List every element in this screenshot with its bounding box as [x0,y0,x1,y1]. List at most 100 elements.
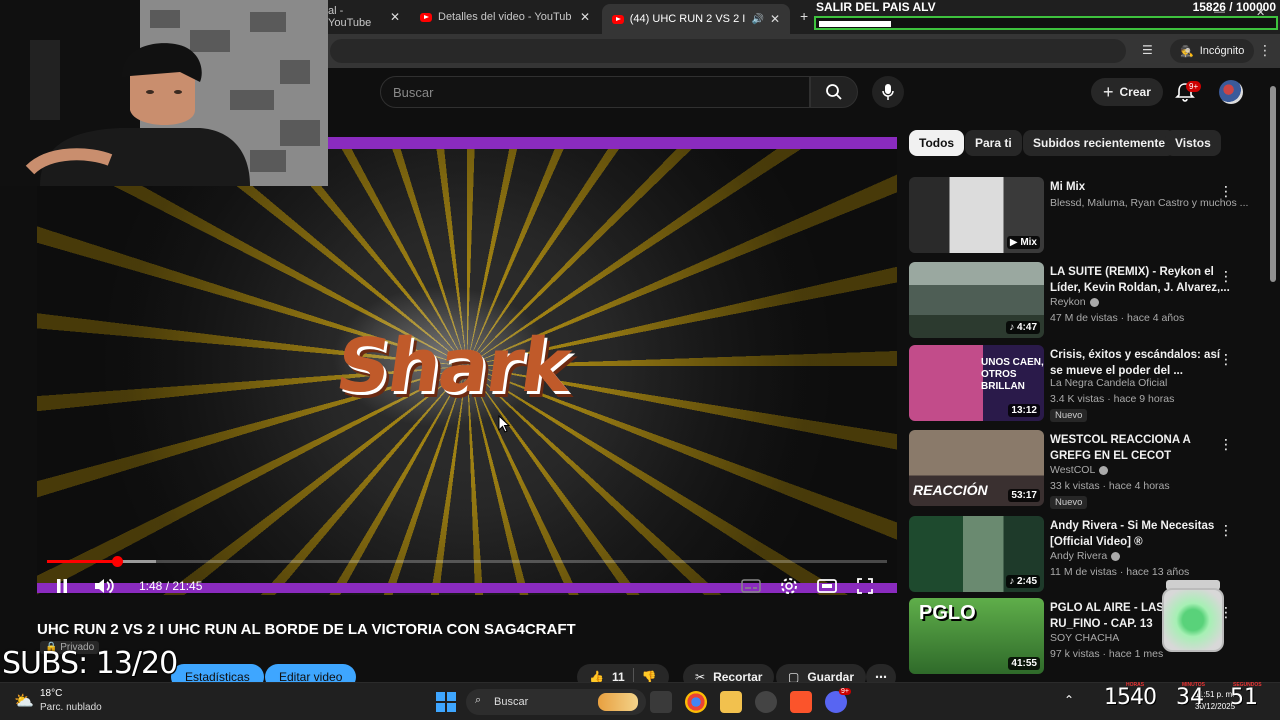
account-avatar[interactable] [1219,80,1243,104]
more-vertical-icon[interactable]: ⋮ [1219,183,1233,200]
timer-hours-value: 1540 [1104,685,1157,710]
create-button[interactable]: + Crear [1091,78,1163,106]
channel-name[interactable]: Andy Rivera [1050,550,1121,562]
weather-temperature[interactable]: 18°C [40,688,62,699]
playlist-icon[interactable]: ☰ [1142,43,1153,57]
scrollbar-thumb[interactable] [1270,86,1276,282]
time-readout: 1:48 / 21:45 [139,579,203,593]
tab-uhc-run[interactable]: (44) UHC RUN 2 VS 2 I UHC 🔊 ✕ [602,4,790,34]
fullscreen-button[interactable] [857,577,873,595]
voice-search-button[interactable] [872,76,904,108]
video-title[interactable]: Andy Rivera - Si Me Necesitas [Official … [1050,518,1230,550]
create-label: Crear [1119,85,1151,99]
obs-icon[interactable] [755,691,777,713]
close-icon[interactable]: ✕ [390,10,400,24]
timer-minutes-value: 34 [1176,685,1204,710]
more-vertical-icon[interactable]: ⋮ [1219,522,1233,539]
tab-video-details[interactable]: Detalles del video - YouTube St ✕ [410,4,600,30]
chip-vistos[interactable]: Vistos [1165,130,1221,156]
channel-name[interactable]: Reykon [1050,296,1099,308]
video-title[interactable]: WESTCOL REACCIONA A GREFG EN EL CECOT [1050,432,1230,464]
chip-todos[interactable]: Todos [909,130,965,156]
thumbnail-text: PGLO [919,602,976,624]
settings-button[interactable] [780,577,798,595]
notifications-badge: 9+ [1186,81,1202,92]
recommendation-item[interactable]: ♪ 4:47 LA SUITE (REMIX) - Reykon el Líde… [909,262,1249,340]
task-view-icon[interactable] [650,691,672,713]
duration: ♪ 4:47 [1006,321,1040,334]
video-meta: 47 M de vistas · hace 4 años [1050,312,1185,324]
goal-progress-bar [814,16,1278,30]
minimize-icon[interactable]: — [1214,6,1225,18]
thumbnail[interactable]: ♪ 4:47 [909,262,1044,338]
taskbar-search[interactable]: ⌕ Buscar [466,689,646,715]
discord-badge: 9+ [839,688,851,695]
thumbnail[interactable]: UNOS CAEN, OTROS BRILLAN 13:12 [909,345,1044,421]
chrome-icon[interactable] [685,691,707,713]
verified-icon [1111,551,1121,561]
more-vertical-icon[interactable]: ⋮ [1219,268,1233,285]
theater-mode-button[interactable] [817,577,837,595]
close-icon[interactable]: ✕ [580,10,590,24]
thumbnail[interactable]: ♪ 2:45 [909,516,1044,592]
brave-icon[interactable] [790,691,812,713]
subtitles-button[interactable] [741,577,761,595]
more-vertical-icon[interactable]: ⋮ [1219,351,1233,368]
windows-taskbar: ⛅ 18°C Parc. nublado ⌕ Buscar 9+ ⌃ 11:51… [0,682,1280,720]
recommendation-item[interactable]: ▶ Mix Mi Mix Blessd, Maluma, Ryan Castro… [909,177,1249,255]
close-icon[interactable]: ✕ [770,12,780,26]
youtube-favicon-icon [612,14,624,24]
video-frame-logo-text: Shark [330,323,575,409]
chip-subidos-recientemente[interactable]: Subidos recientemente [1023,130,1176,156]
chip-para-ti[interactable]: Para ti [965,130,1022,156]
new-tab-icon[interactable]: + [800,8,808,24]
close-window-icon[interactable]: ✕ [1256,6,1265,19]
pause-icon [57,579,67,593]
search-input[interactable]: Buscar [380,76,810,108]
duration: 53:17 [1008,489,1040,502]
url-input[interactable] [330,39,1126,63]
recommendation-item[interactable]: REACCIÓN 53:17 WESTCOL REACCIONA A GREFG… [909,430,1249,509]
microphone-icon [882,84,894,100]
channel-name[interactable]: WestCOL [1050,464,1109,476]
new-badge: Nuevo [1050,496,1088,509]
thumbnail[interactable]: PGLO 41:55 [909,598,1044,674]
taskbar-search-label: Buscar [494,696,529,708]
webcam-overlay [0,0,328,186]
search-button[interactable] [810,76,858,108]
page-scrollbar[interactable] [1268,72,1278,678]
pause-button[interactable] [55,577,69,595]
seek-bar[interactable] [47,556,887,567]
verified-icon [1089,297,1099,307]
recommendation-item[interactable]: UNOS CAEN, OTROS BRILLAN 13:12 Crisis, éx… [909,345,1249,423]
volume-button[interactable] [93,577,115,595]
tip-jar-overlay [1162,580,1224,652]
goal-title: SALIR DEL PAIS ALV [816,0,936,14]
thumbnail-text: UNOS CAEN, OTROS BRILLAN [981,357,1044,392]
thumbnail[interactable]: REACCIÓN 53:17 [909,430,1044,506]
speaker-icon[interactable]: 🔊 [751,14,763,25]
plus-icon: + [1103,81,1114,102]
weather-icon[interactable]: ⛅ [14,691,34,711]
menu-icon[interactable]: ⋮ [1258,42,1272,59]
video-title[interactable]: LA SUITE (REMIX) - Reykon el Líder, Kevi… [1050,264,1230,296]
theater-icon [817,579,837,593]
thumbnail[interactable]: ▶ Mix [909,177,1044,253]
tab-youtube[interactable]: al - YouTube ✕ [318,4,410,30]
video-title[interactable]: Crisis, éxitos y escándalos: así se muev… [1050,347,1230,379]
tab-label: (44) UHC RUN 2 VS 2 I UHC [629,13,746,25]
windows-start-icon[interactable] [436,692,456,712]
mix-badge: ▶ Mix [1006,236,1040,249]
channel-name[interactable]: SOY CHACHA [1050,632,1119,644]
more-vertical-icon[interactable]: ⋮ [1219,436,1233,453]
channel-name[interactable]: La Negra Candela Oficial [1050,377,1167,389]
weather-description[interactable]: Parc. nublado [40,702,102,713]
video-meta: 33 k vistas · hace 4 horas [1050,480,1170,492]
file-explorer-icon[interactable] [720,691,742,713]
seek-bar-handle[interactable] [111,556,123,567]
video-player[interactable]: Shark 1:48 / 21:45 [37,137,897,595]
tray-chevron-icon[interactable]: ⌃ [1064,693,1074,707]
video-title[interactable]: Mi Mix [1050,179,1230,195]
tab-label: Detalles del video - YouTube St [438,11,572,23]
incognito-indicator[interactable]: 🕵 Incógnito [1170,39,1255,63]
